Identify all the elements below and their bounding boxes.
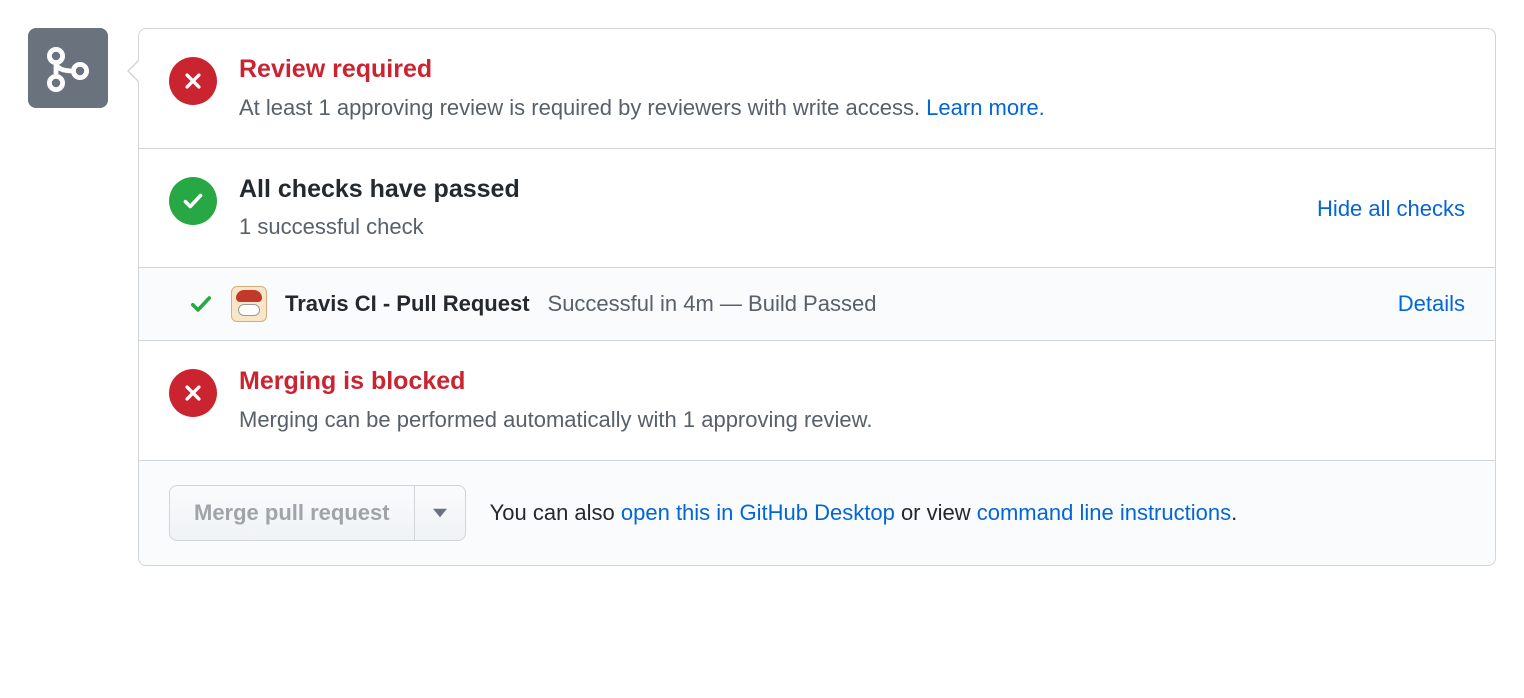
travis-ci-avatar [231, 286, 267, 322]
learn-more-link[interactable]: Learn more. [926, 95, 1045, 120]
review-required-section: Review required At least 1 approving rev… [139, 29, 1495, 149]
review-required-title: Review required [239, 53, 1465, 87]
check-text: Travis CI - Pull Request Successful in 4… [285, 291, 1380, 317]
x-circle-icon [169, 57, 217, 105]
merge-options-dropdown[interactable] [414, 486, 465, 540]
check-details-link[interactable]: Details [1398, 291, 1465, 317]
x-circle-icon [169, 369, 217, 417]
hide-all-checks-link[interactable]: Hide all checks [1317, 196, 1465, 222]
check-status: Successful in 4m — Build Passed [548, 291, 877, 317]
merge-pull-request-button[interactable]: Merge pull request [170, 486, 414, 540]
checks-passed-desc: 1 successful check [239, 212, 1295, 243]
git-merge-icon [28, 28, 108, 108]
check-icon [189, 292, 213, 316]
merge-button-group: Merge pull request [169, 485, 466, 541]
check-row: Travis CI - Pull Request Successful in 4… [139, 268, 1495, 341]
open-github-desktop-link[interactable]: open this in GitHub Desktop [621, 500, 895, 525]
caret-down-icon [433, 508, 447, 518]
command-line-instructions-link[interactable]: command line instructions [977, 500, 1231, 525]
review-required-desc: At least 1 approving review is required … [239, 93, 1465, 124]
merge-footer: Merge pull request You can also open thi… [139, 461, 1495, 565]
merging-blocked-section: Merging is blocked Merging can be perfor… [139, 341, 1495, 461]
check-name: Travis CI - Pull Request [285, 291, 530, 317]
merging-blocked-desc: Merging can be performed automatically w… [239, 405, 1465, 436]
merge-status-panel: Review required At least 1 approving rev… [138, 28, 1496, 566]
footer-text: You can also open this in GitHub Desktop… [490, 500, 1238, 526]
merging-blocked-title: Merging is blocked [239, 365, 1465, 399]
checks-passed-section: All checks have passed 1 successful chec… [139, 149, 1495, 269]
checks-passed-title: All checks have passed [239, 173, 1295, 207]
check-circle-icon [169, 177, 217, 225]
